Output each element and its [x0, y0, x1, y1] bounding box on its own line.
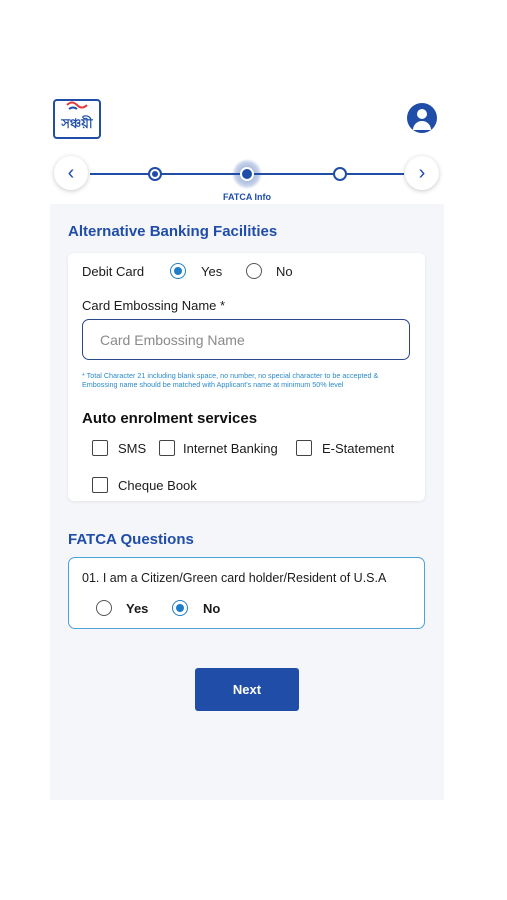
fatca-no-radio[interactable] — [172, 600, 188, 616]
step-current[interactable] — [232, 159, 262, 189]
step-current-label: FATCA Info — [223, 192, 271, 202]
cheque-book-label[interactable]: Cheque Book — [118, 478, 197, 493]
debit-card-no-radio[interactable] — [246, 263, 262, 279]
stepper-next-button[interactable]: › — [405, 156, 439, 190]
sms-checkbox[interactable] — [92, 440, 108, 456]
fatca-title: FATCA Questions — [68, 531, 194, 548]
stepper-prev-button[interactable]: ‹ — [54, 156, 88, 190]
step-upcoming[interactable] — [333, 167, 347, 181]
debit-card-yes-radio[interactable] — [170, 263, 186, 279]
app-screen: সঞ্চয়ী ‹ › FATCA Info Alternative Banki… — [50, 88, 444, 800]
bank-logo: সঞ্চয়ী — [53, 99, 101, 139]
internet-banking-label[interactable]: Internet Banking — [183, 441, 278, 456]
fatca-no-label[interactable]: No — [203, 601, 220, 616]
internet-banking-checkbox[interactable] — [159, 440, 175, 456]
debit-card-label: Debit Card — [82, 264, 145, 279]
e-statement-checkbox[interactable] — [296, 440, 312, 456]
embossing-hint: * Total Character 21 including blank spa… — [82, 371, 379, 389]
sms-label[interactable]: SMS — [118, 441, 146, 456]
chevron-right-icon: › — [418, 162, 426, 184]
chevron-left-icon: ‹ — [67, 162, 75, 184]
embossing-name-label: Card Embossing Name * — [82, 298, 226, 313]
auto-enrolment-title: Auto enrolment services — [82, 410, 258, 427]
fatca-yes-label[interactable]: Yes — [126, 601, 148, 616]
logo-text: সঞ্চয়ী — [60, 115, 94, 132]
debit-card-yes-label[interactable]: Yes — [201, 264, 222, 279]
app-header: সঞ্চয়ী — [50, 88, 444, 146]
embossing-name-input[interactable] — [82, 319, 410, 360]
progress-stepper: ‹ › FATCA Info — [50, 146, 444, 204]
e-statement-label[interactable]: E-Statement — [322, 441, 394, 456]
next-button[interactable]: Next — [195, 668, 299, 711]
fatca-yes-radio[interactable] — [96, 600, 112, 616]
debit-card-no-label[interactable]: No — [276, 264, 293, 279]
profile-button[interactable] — [407, 103, 437, 133]
cheque-book-checkbox[interactable] — [92, 477, 108, 493]
alt-banking-card: Debit Card Yes No Card Embossing Name * … — [68, 253, 425, 501]
alt-banking-title: Alternative Banking Facilities — [68, 223, 278, 240]
step-completed[interactable] — [148, 167, 162, 181]
user-circle-icon — [417, 109, 427, 119]
fatca-question-text: 01. I am a Citizen/Green card holder/Res… — [82, 571, 387, 585]
fatca-question-card: 01. I am a Citizen/Green card holder/Res… — [68, 557, 425, 629]
